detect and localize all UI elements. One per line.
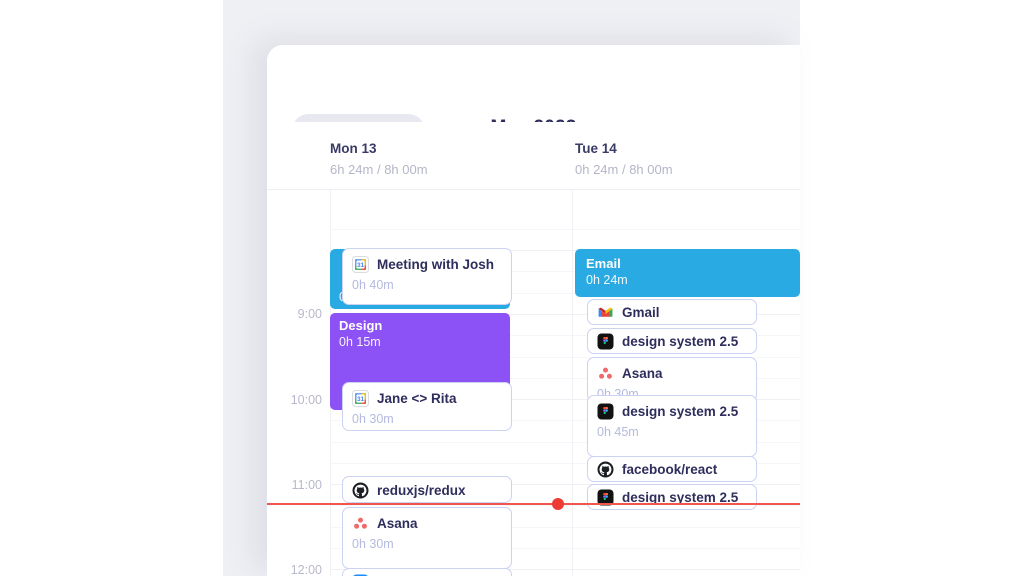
event-card[interactable]: 31 Jane <> Rita 0h 30m <box>342 382 512 431</box>
event-title: Gmail <box>622 305 660 320</box>
svg-text:31: 31 <box>357 262 365 269</box>
event-title: facebook/react <box>622 462 718 477</box>
figma-icon <box>597 403 614 420</box>
event-title: Meeting with Josh <box>377 257 495 272</box>
calendar-grid: 9:00 10:00 11:00 12:00 0h 44m Design 0h … <box>267 190 800 576</box>
event-card[interactable]: Gmail <box>587 299 757 325</box>
time-label: 11:00 <box>291 478 322 492</box>
asana-icon <box>597 365 614 382</box>
event-card[interactable]: design system 2.5 <box>587 328 757 354</box>
event-card[interactable]: 31 Meeting with Josh 0h 40m <box>342 248 512 305</box>
figma-icon <box>597 333 614 350</box>
event-title: Asana <box>622 366 663 381</box>
block-duration: 0h 24m <box>586 273 628 287</box>
event-card[interactable]: facebook/react <box>587 456 757 482</box>
event-card[interactable]: 1Password <box>342 568 512 576</box>
day-header-mon[interactable]: Mon 13 6h 24m / 8h 00m <box>330 140 428 180</box>
calendar-toolbar: Today May 2023 <box>267 45 800 147</box>
event-duration: 0h 45m <box>597 425 639 439</box>
time-label: 10:00 <box>290 393 322 407</box>
day-header-tue[interactable]: Tue 14 0h 24m / 8h 00m <box>575 140 673 180</box>
day-tracked-time: 6h 24m / 8h 00m <box>330 162 428 177</box>
block-title: Email <box>586 256 621 271</box>
time-block[interactable]: Email 0h 24m <box>575 249 800 297</box>
block-title: Design <box>339 318 383 333</box>
github-icon <box>352 482 369 499</box>
event-card[interactable]: Asana 0h 30m <box>342 507 512 569</box>
gmail-icon <box>597 304 614 321</box>
day-name: Mon 13 <box>330 141 377 156</box>
day-header-row: Mon 13 6h 24m / 8h 00m Tue 14 0h 24m / 8… <box>267 122 800 190</box>
event-title: Jane <> Rita <box>377 391 457 406</box>
event-duration: 0h 30m <box>352 412 394 426</box>
event-title: design system 2.5 <box>622 334 739 349</box>
day-name: Tue 14 <box>575 141 617 156</box>
google-calendar-icon: 31 <box>352 256 369 273</box>
event-duration: 0h 40m <box>352 278 394 292</box>
day-column-tue: Email 0h 24m Gmail design system 2.5 Asa… <box>573 190 800 576</box>
asana-icon <box>352 515 369 532</box>
current-time-marker <box>552 498 564 510</box>
event-duration: 0h 30m <box>352 537 394 551</box>
svg-text:31: 31 <box>357 396 365 403</box>
event-card[interactable]: reduxjs/redux <box>342 476 512 503</box>
event-title: design system 2.5 <box>622 404 739 419</box>
calendar-app-card: Today May 2023 Mon 13 6h 24m / 8h 00m Tu… <box>267 45 800 576</box>
event-title: reduxjs/redux <box>377 483 466 498</box>
block-duration: 0h 15m <box>339 335 381 349</box>
time-label: 12:00 <box>290 563 322 576</box>
event-card[interactable]: design system 2.5 <box>587 484 757 510</box>
event-card[interactable]: design system 2.5 0h 45m <box>587 395 757 457</box>
google-calendar-icon: 31 <box>352 390 369 407</box>
event-title: Asana <box>377 516 418 531</box>
current-time-line <box>267 503 800 505</box>
github-icon <box>597 461 614 478</box>
time-label: 9:00 <box>297 307 322 321</box>
day-tracked-time: 0h 24m / 8h 00m <box>575 162 673 177</box>
day-column-mon: 0h 44m Design 0h 15m Meeting <box>330 190 572 576</box>
screenshot-root: Today May 2023 Mon 13 6h 24m / 8h 00m Tu… <box>0 0 1024 576</box>
